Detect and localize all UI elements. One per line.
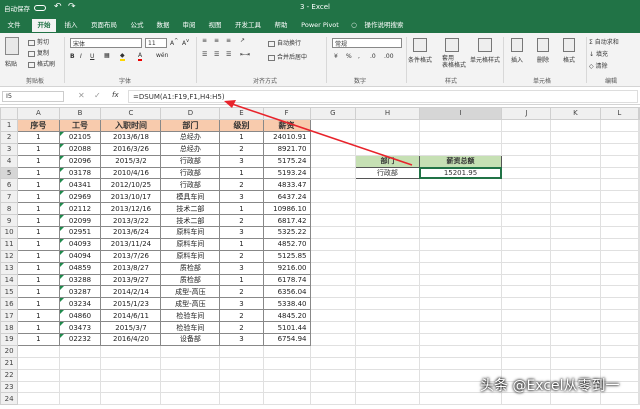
watermark-text: 头条 @Excel从零到一: [480, 378, 620, 394]
annotation-arrow: [224, 100, 413, 166]
